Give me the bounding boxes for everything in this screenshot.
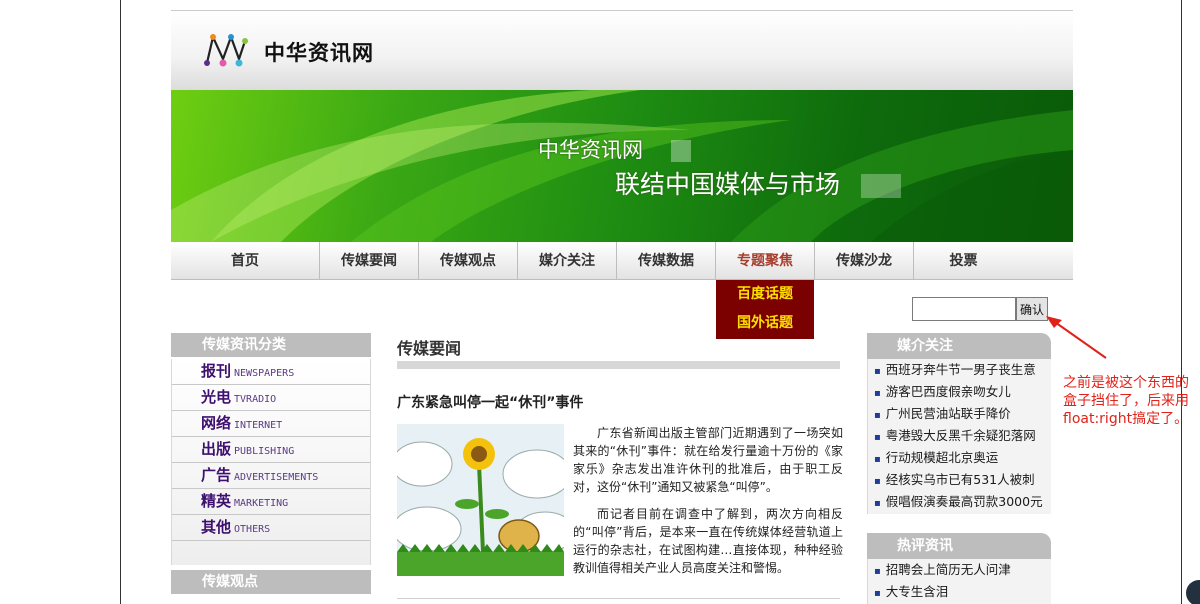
- list-item[interactable]: 西班牙奔牛节一男子丧生意: [868, 359, 1051, 381]
- category-item[interactable]: 出版 PUBLISHING: [172, 437, 370, 463]
- nav-item-media-data[interactable]: 传媒数据: [617, 242, 716, 280]
- annotation-arrow-icon: [1046, 316, 1107, 359]
- list-item[interactable]: 大专生含泪: [868, 581, 1051, 603]
- hot-comments-section-title: 热评资讯: [867, 533, 1051, 559]
- list-item[interactable]: 行动规模超北京奥运: [868, 447, 1051, 469]
- dropdown-item-foreign-topics[interactable]: 国外话题: [716, 309, 814, 338]
- category-section-title: 传媒资讯分类: [171, 333, 371, 357]
- list-item[interactable]: 粤港毁大反黑千余疑犯落网: [868, 425, 1051, 447]
- main-nav: 首页 传媒要闻 传媒观点 媒介关注 传媒数据 专题聚焦 传媒沙龙 投票: [171, 242, 1073, 280]
- nav-item-home[interactable]: 首页: [171, 242, 320, 280]
- category-item[interactable]: 精英 MARKETING: [172, 489, 370, 515]
- section-title-underline: [397, 361, 840, 369]
- floating-round-button[interactable]: [1186, 580, 1200, 604]
- nav-item-media-news[interactable]: 传媒要闻: [320, 242, 419, 280]
- category-item[interactable]: 网络 INTERNET: [172, 411, 370, 437]
- section-title-media-news: 传媒要闻: [397, 339, 462, 358]
- banner-line-1: 中华资讯网: [538, 138, 643, 162]
- page-border-right: [1181, 0, 1182, 604]
- network-m-logo-icon[interactable]: [201, 29, 251, 69]
- sunflower-cartoon-image[interactable]: [397, 424, 564, 576]
- opinion-section-title: 传媒观点: [171, 570, 371, 594]
- media-focus-list: 西班牙奔牛节一男子丧生意 游客巴西度假亲吻女儿 广州民营油站联手降价 粤港毁大反…: [867, 359, 1051, 514]
- category-item[interactable]: 光电 TVRADIO: [172, 385, 370, 411]
- category-item[interactable]: 广告 ADVERTISEMENTS: [172, 463, 370, 489]
- list-item[interactable]: 招聘会上简历无人问津: [868, 559, 1051, 581]
- hero-banner: 中华资讯网 联结中国媒体与市场: [171, 90, 1073, 242]
- site-name[interactable]: 中华资讯网: [264, 37, 374, 67]
- category-item[interactable]: 报刊 NEWSPAPERS: [172, 359, 370, 385]
- media-focus-section-title: 媒介关注: [867, 333, 1051, 359]
- article-paragraph-2: 而记者目前在调查中了解到，两次方向相反的“叫停”背后，是本来一直在传统媒体经营轨…: [573, 507, 843, 575]
- dropdown-item-baidu-topics[interactable]: 百度话题: [716, 280, 814, 309]
- search-input[interactable]: [912, 297, 1016, 321]
- banner-line-2: 联结中国媒体与市场: [615, 170, 841, 199]
- nav-item-media-opinion[interactable]: 传媒观点: [419, 242, 518, 280]
- annotation-note: 之前是被这个东西的盒子挡住了，后来用float:right搞定了。: [1063, 375, 1189, 427]
- category-list: 报刊 NEWSPAPERS 光电 TVRADIO 网络 INTERNET 出版 PUBL…: [171, 359, 371, 565]
- category-item[interactable]: 其他 OTHERS: [172, 515, 370, 541]
- nav-item-special-topics[interactable]: 专题聚焦: [716, 242, 815, 280]
- list-item[interactable]: 游客巴西度假亲吻女儿: [868, 381, 1051, 403]
- nav-item-vote[interactable]: 投票: [914, 242, 1013, 280]
- page-border-left: [120, 0, 121, 604]
- article-divider: [397, 598, 840, 599]
- list-item[interactable]: 假唱假演奏最高罚款3000元: [868, 491, 1051, 513]
- list-item[interactable]: 经核实乌市已有531人被刺: [868, 469, 1051, 491]
- site-container: 中华资讯网 中华资讯网 联结中国媒体与市场 首页 传媒要闻 传媒观点 媒介关注 …: [171, 10, 1073, 604]
- hot-comments-list: 招聘会上简历无人问津 大专生含泪: [867, 559, 1051, 604]
- nav-item-media-focus[interactable]: 媒介关注: [518, 242, 617, 280]
- list-item[interactable]: 广州民营油站联手降价: [868, 403, 1051, 425]
- article-paragraph-1: 广东省新闻出版主管部门近期遇到了一场突如其来的“休刊”事件：就在给发行量逾十万份…: [573, 426, 843, 494]
- article-title[interactable]: 广东紧急叫停一起“休刊”事件: [397, 392, 583, 412]
- site-header: 中华资讯网: [171, 10, 1073, 90]
- nav-item-media-salon[interactable]: 传媒沙龙: [815, 242, 914, 280]
- nav-dropdown-menu: 百度话题 国外话题: [716, 280, 814, 339]
